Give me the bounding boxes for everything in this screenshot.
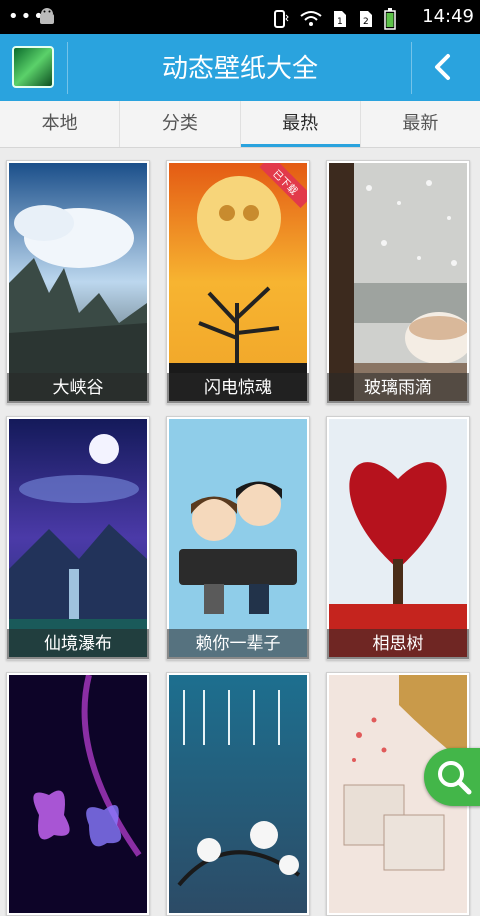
svg-text:1: 1 — [337, 17, 343, 27]
wallpaper-card[interactable] — [166, 672, 310, 916]
clock: 14:49 — [422, 6, 474, 27]
android-icon — [40, 8, 54, 24]
wallpaper-thumbnail: 已下载 — [169, 163, 307, 401]
wallpaper-label: 玻璃雨滴 — [327, 373, 469, 403]
wallpaper-card[interactable]: 相思树 — [326, 416, 470, 660]
wallpaper-thumbnail — [329, 163, 467, 401]
wallpaper-thumbnail — [9, 675, 147, 913]
page-title: 动态壁纸大全 — [161, 54, 318, 84]
wallpaper-label: 大峡谷 — [7, 373, 149, 403]
wallpaper-thumbnail — [9, 163, 147, 401]
status-bar: ••• 1 2 14:49 — [0, 0, 480, 34]
wallpaper-label: 相思树 — [327, 629, 469, 659]
tab-category[interactable]: 分类 — [120, 101, 241, 147]
wallpaper-thumbnail — [9, 419, 147, 657]
wallpaper-card[interactable]: 赖你一辈子 — [166, 416, 310, 660]
search-fab[interactable] — [424, 748, 480, 806]
phone-vibrate-icon — [274, 10, 289, 28]
tab-hottest[interactable]: 最热 — [240, 101, 361, 147]
status-icons: 1 2 — [270, 8, 396, 30]
wallpaper-card[interactable] — [6, 672, 150, 916]
wallpaper-card[interactable]: 仙境瀑布 — [6, 416, 150, 660]
wallpaper-label: 闪电惊魂 — [167, 373, 309, 403]
wallpaper-card[interactable]: 玻璃雨滴 — [326, 160, 470, 404]
back-chevron-icon[interactable] — [426, 50, 460, 84]
wallpaper-card[interactable]: 已下载 闪电惊魂 — [166, 160, 310, 404]
wallpaper-thumbnail — [169, 675, 307, 913]
battery-icon — [384, 8, 396, 30]
tab-bar: 本地 分类 最热 最新 — [0, 101, 480, 148]
wallpaper-thumbnail — [169, 419, 307, 657]
wallpaper-label: 仙境瀑布 — [7, 629, 149, 659]
wifi-icon — [300, 11, 322, 26]
sim-2-icon: 2 — [360, 11, 372, 27]
search-icon — [438, 761, 472, 795]
wallpaper-label: 赖你一辈子 — [167, 629, 309, 659]
app-bar: 动态壁纸大全 — [0, 34, 480, 101]
wallpaper-card[interactable]: 大峡谷 — [6, 160, 150, 404]
sim-1-icon: 1 — [334, 11, 346, 27]
wallpaper-thumbnail — [329, 419, 467, 657]
svg-text:2: 2 — [363, 17, 369, 27]
divider — [411, 42, 412, 94]
tab-newest[interactable]: 最新 — [361, 101, 480, 147]
tab-local[interactable]: 本地 — [0, 101, 121, 147]
